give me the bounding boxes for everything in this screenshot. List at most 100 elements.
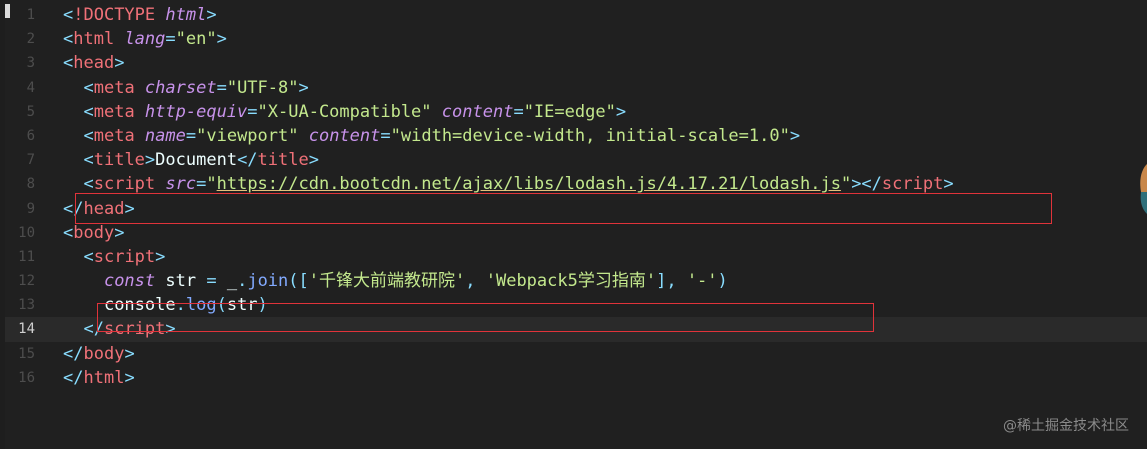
code-line[interactable]: 1 <!DOCTYPE html> [5, 3, 1147, 27]
code-token: . [237, 271, 248, 292]
line-number: 11 [18, 248, 35, 265]
line-number: 10 [18, 224, 35, 241]
code-token: ([ [288, 271, 309, 292]
code-token: !DOCTYPE [73, 5, 166, 25]
code-token: body [73, 222, 115, 243]
code-line[interactable]: 11 <script> [5, 245, 1147, 269]
code-token: "IE=edge" [523, 101, 616, 122]
line-number: 14 [18, 321, 35, 338]
code-line[interactable]: 14 </script> [5, 317, 1147, 342]
line-number: 3 [26, 55, 35, 72]
code-token: </ [63, 367, 84, 388]
code-token: > [144, 150, 156, 171]
code-token: > [155, 246, 166, 267]
code-text: <meta name="viewport" content="width=dev… [63, 124, 800, 148]
line-number: 2 [26, 31, 35, 48]
code-token: charset [144, 77, 217, 98]
code-token: str [155, 271, 207, 292]
code-token: = [196, 174, 207, 195]
code-token: ></ [851, 174, 882, 195]
code-token: < [63, 53, 74, 74]
code-line[interactable]: 15 </body> [5, 342, 1147, 366]
code-token: > [124, 367, 135, 388]
line-number: 15 [18, 345, 35, 362]
code-token: script [93, 174, 166, 195]
code-token: ], [656, 271, 687, 292]
code-token: > [114, 222, 125, 243]
code-token: . [175, 295, 186, 316]
code-token: </ [83, 319, 104, 340]
code-token: script [881, 174, 944, 195]
code-token: = [513, 101, 524, 122]
code-token: ) [717, 271, 728, 292]
code-line[interactable]: 12 const str = _.join(['千锋大前端教研院', 'Webp… [5, 269, 1147, 293]
code-token: '-' [686, 271, 718, 292]
code-token: "viewport" [196, 125, 299, 146]
code-token: "width=device-width, initial-scale=1.0" [390, 125, 790, 146]
code-line[interactable]: 2 <html lang="en"> [5, 27, 1147, 51]
code-token: name [144, 125, 186, 146]
code-token: head [83, 198, 125, 219]
code-token: title [93, 150, 145, 171]
code-token: = [185, 125, 197, 146]
code-token: > [206, 5, 217, 25]
code-token: < [83, 174, 94, 195]
line-number: 9 [26, 200, 35, 217]
code-text: <script src="https://cdn.bootcdn.net/aja… [63, 172, 954, 196]
code-token: > [124, 343, 135, 364]
code-line[interactable]: 3 <head> [5, 51, 1147, 75]
code-text: <html lang="en"> [63, 27, 227, 51]
code-line[interactable]: 4 <meta charset="UTF-8"> [5, 76, 1147, 100]
code-line[interactable]: 16 </html> [5, 366, 1147, 390]
code-token: str [226, 295, 258, 316]
code-text: </body> [63, 342, 135, 366]
code-token: = [247, 101, 258, 122]
code-token: lang [124, 29, 166, 50]
code-token: = [206, 271, 217, 292]
code-token: < [83, 101, 94, 122]
code-token: title [257, 150, 309, 171]
code-line[interactable]: 5 <meta http-equiv="X-UA-Compatible" con… [5, 100, 1147, 124]
code-line[interactable]: 9 </head> [5, 197, 1147, 221]
code-line[interactable]: 13 console.log(str) [5, 293, 1147, 317]
line-number: 8 [26, 176, 35, 193]
code-token: content [441, 101, 514, 122]
line-number: 16 [18, 369, 35, 386]
code-editor[interactable]: 1 <!DOCTYPE html> 2 <html lang="en"> 3 <head>… [5, 0, 1147, 449]
code-line[interactable]: 10 <body> [5, 221, 1147, 245]
code-token: = [380, 125, 391, 146]
code-token: > [124, 198, 135, 219]
code-token: ) [257, 295, 268, 316]
code-line[interactable]: 8 <script src="https://cdn.bootcdn.net/a… [5, 172, 1147, 196]
line-number: 6 [26, 127, 35, 144]
code-token: head [73, 53, 115, 74]
code-token: < [63, 29, 74, 50]
code-text: <body> [63, 221, 124, 245]
code-token: " [206, 174, 217, 195]
code-token: html [73, 29, 125, 50]
code-lines[interactable]: 1 <!DOCTYPE html> 2 <html lang="en"> 3 <head>… [5, 3, 1147, 390]
code-token: join [247, 271, 289, 292]
partial-avatar-icon [1140, 164, 1147, 214]
code-text: <!DOCTYPE html> [63, 3, 217, 27]
code-token: > [943, 174, 954, 195]
line-number: 7 [26, 152, 35, 169]
code-line[interactable]: 7 <title>Document</title> [5, 148, 1147, 172]
code-token: meta [93, 77, 145, 98]
code-text: <script> [63, 245, 165, 269]
code-token: > [615, 101, 627, 122]
code-line[interactable]: 6 <meta name="viewport" content="width=d… [5, 124, 1147, 148]
code-token: < [63, 222, 74, 243]
line-number: 1 [26, 7, 35, 23]
code-token: "UTF-8" [226, 77, 299, 98]
code-text: </html> [63, 366, 135, 390]
code-token: log [185, 295, 217, 316]
code-token: </ [237, 150, 258, 171]
